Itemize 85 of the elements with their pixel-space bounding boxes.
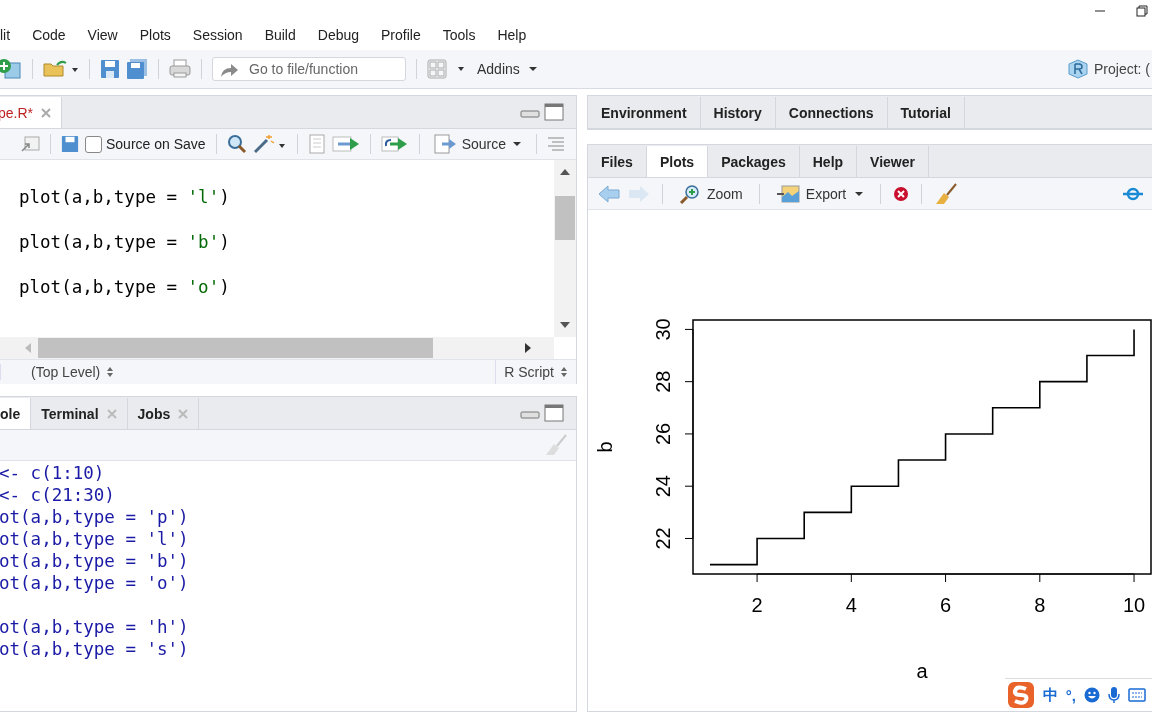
console-line: <- c(21:30) (0, 484, 115, 506)
remove-plot-icon[interactable] (893, 185, 910, 202)
image-icon (775, 184, 800, 203)
console-line: ot(a,b,type = 'p') (0, 506, 189, 528)
zoom-button[interactable]: Zoom (675, 181, 747, 206)
maximize-pane-icon[interactable] (544, 404, 564, 422)
menu-item[interactable]: Profile (369, 27, 431, 43)
code-line: plot(a,b,type = 'l') (19, 186, 230, 209)
y-tick-label: 30 (652, 318, 674, 341)
caret-icon (527, 66, 538, 72)
rerun-icon[interactable] (380, 135, 409, 153)
menu-item[interactable]: Debug (305, 27, 370, 43)
emoji-icon[interactable] (1084, 687, 1100, 703)
ime-logo-icon[interactable] (1006, 681, 1035, 709)
code-line: plot(a,b,type = 'b') (19, 231, 230, 254)
menu-item[interactable]: Build (252, 27, 306, 43)
x-tick-label: 4 (845, 594, 857, 616)
save-all-icon[interactable] (126, 59, 148, 79)
pane-tab[interactable]: Plots (646, 146, 709, 177)
code-line: plot(a,b,type = 'o') (19, 276, 230, 299)
x-tick-label: 8 (1034, 594, 1046, 616)
go-to-field[interactable]: Go to file/function (212, 57, 406, 81)
zoom-icon (679, 183, 701, 204)
source-on-save-checkbox[interactable]: Source on Save (85, 135, 206, 153)
back-arrow-icon[interactable] (598, 184, 620, 203)
y-tick-label: 26 (652, 422, 674, 446)
console-line: ot(a,b,type = 'h') (0, 616, 189, 638)
ime-punctuation[interactable]: °, (1065, 686, 1076, 704)
scroll-left-icon[interactable] (24, 342, 32, 354)
scroll-up-icon[interactable] (559, 168, 571, 176)
print-icon[interactable] (169, 59, 191, 79)
search-icon[interactable] (226, 134, 247, 154)
y-tick-label: 24 (652, 475, 674, 498)
close-icon[interactable] (41, 107, 52, 118)
addins-button[interactable]: Addins (473, 59, 542, 79)
sort-arrows-icon (560, 366, 568, 378)
menu-item[interactable]: Help (485, 27, 537, 43)
console-line: ot(a,b,type = 'l') (0, 528, 189, 550)
grid-icon[interactable] (427, 59, 467, 79)
menu-item[interactable]: lit (0, 27, 21, 43)
caret-icon (512, 141, 522, 147)
console-tab[interactable]: ole (0, 398, 32, 429)
save-icon[interactable] (61, 135, 79, 153)
restore-icon[interactable] (1136, 5, 1148, 17)
caret-icon (854, 190, 865, 197)
x-tick-label: 2 (751, 594, 763, 616)
magic-wand-icon[interactable] (252, 134, 287, 154)
open-folder-icon[interactable] (43, 59, 79, 79)
export-button[interactable]: Export (771, 182, 869, 205)
r-project-icon (1068, 59, 1088, 79)
new-file-icon[interactable] (0, 58, 22, 80)
scrollbar-thumb[interactable] (38, 338, 433, 358)
x-tick-label: 6 (940, 594, 952, 616)
source-button[interactable]: Source (429, 132, 526, 156)
menu-item[interactable]: View (75, 27, 128, 43)
scope-selector[interactable]: (Top Level) (0, 364, 115, 380)
y-axis-label: b (594, 441, 616, 453)
console-line: ot(a,b,type = 'o') (0, 572, 189, 594)
show-in-window-icon[interactable] (20, 135, 40, 153)
run-line-icon[interactable] (331, 135, 360, 153)
y-tick-label: 22 (652, 527, 674, 550)
maximize-pane-icon[interactable] (544, 103, 564, 121)
sort-arrows-icon (106, 366, 115, 378)
ime-language[interactable]: 中 (1042, 685, 1058, 705)
menu-item[interactable]: Plots (127, 27, 181, 43)
source-file-icon (433, 134, 458, 154)
console-line: ot(a,b,type = 'b') (0, 550, 189, 572)
save-icon[interactable] (100, 59, 120, 79)
scrollbar-thumb[interactable] (555, 196, 575, 240)
file-type-selector[interactable]: R Script (495, 360, 576, 384)
console-line: <- c(1:10) (0, 462, 105, 484)
broom-icon[interactable] (934, 182, 959, 205)
scroll-down-icon[interactable] (559, 321, 571, 329)
project-menu[interactable]: Project: ( (1094, 61, 1150, 77)
menu-item[interactable]: Code (20, 27, 76, 43)
x-axis-label: a (916, 660, 928, 682)
arrow-icon (219, 62, 239, 78)
scroll-right-icon[interactable] (524, 342, 532, 354)
x-tick-label: 10 (1122, 594, 1146, 616)
keyboard-icon[interactable] (1128, 688, 1146, 702)
menu-item[interactable]: Tools (430, 27, 486, 43)
y-tick-label: 28 (652, 370, 674, 393)
microphone-icon[interactable] (1108, 686, 1120, 704)
menu-item[interactable]: Session (180, 27, 253, 43)
console-line: ot(a,b,type = 's') (0, 638, 189, 660)
